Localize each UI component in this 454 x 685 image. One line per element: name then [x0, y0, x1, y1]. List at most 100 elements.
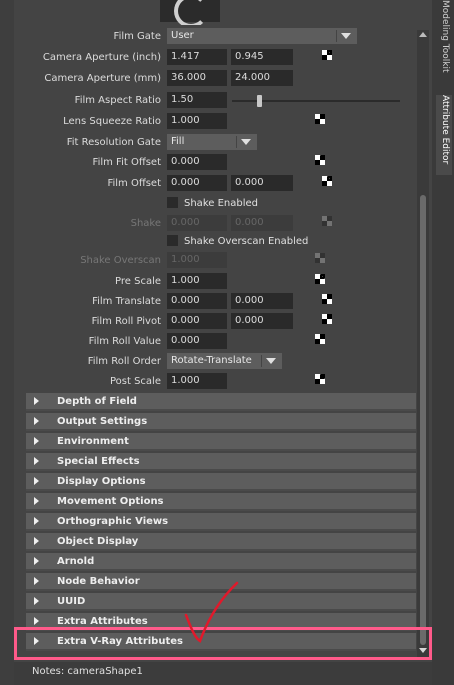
film-fit-offset-row: Film Fit Offset 0.000	[14, 154, 416, 172]
camera-attributes-panel: Film Gate User Camera Aperture (inch) 1.…	[14, 25, 416, 651]
film-offset-x-field[interactable]: 0.000	[167, 175, 227, 191]
camera-aperture-inch-row: Camera Aperture (inch) 1.417 0.945	[14, 49, 416, 67]
map-button-icon	[315, 253, 325, 263]
film-aspect-ratio-label: Film Aspect Ratio	[74, 95, 161, 106]
map-button-icon[interactable]	[315, 274, 325, 284]
section-label: Output Settings	[57, 416, 148, 427]
film-aspect-ratio-field[interactable]: 1.50	[167, 92, 227, 108]
film-gate-dropdown[interactable]: User	[167, 28, 357, 44]
camera-aperture-inch-y-field[interactable]: 0.945	[231, 49, 293, 65]
scroll-up-icon[interactable]	[419, 32, 427, 37]
shake-enabled-label: Shake Enabled	[184, 198, 258, 209]
section-display-options[interactable]: Display Options	[26, 473, 416, 491]
section-arnold[interactable]: Arnold	[26, 553, 416, 571]
post-scale-label: Post Scale	[109, 376, 161, 387]
fit-resolution-gate-value: Fill	[171, 136, 185, 147]
expand-arrow-icon	[34, 437, 39, 445]
film-translate-label: Film Translate	[92, 296, 161, 307]
tab-attribute-editor[interactable]: Attribute Editor	[436, 95, 452, 175]
camera-aperture-mm-y-field[interactable]: 24.000	[231, 70, 293, 86]
shake-overscan-enabled-checkbox[interactable]	[167, 235, 178, 246]
section-label: Arnold	[57, 556, 95, 567]
film-gate-row: Film Gate User	[14, 28, 416, 46]
map-button-icon[interactable]	[322, 50, 332, 60]
camera-aperture-inch-label: Camera Aperture (inch)	[42, 52, 161, 63]
expand-arrow-icon	[34, 597, 39, 605]
film-roll-order-dropdown[interactable]: Rotate-Translate	[167, 353, 282, 369]
film-roll-value-label: Film Roll Value	[88, 336, 161, 347]
film-roll-pivot-x-field[interactable]: 0.000	[167, 313, 227, 329]
lens-squeeze-ratio-label: Lens Squeeze Ratio	[63, 116, 161, 127]
pre-scale-field[interactable]: 1.000	[167, 273, 227, 289]
map-button-icon[interactable]	[315, 155, 325, 165]
film-roll-order-label: Film Roll Order	[87, 356, 161, 367]
film-roll-order-value: Rotate-Translate	[171, 355, 252, 366]
section-special-effects[interactable]: Special Effects	[26, 453, 416, 471]
film-roll-value-field[interactable]: 0.000	[167, 333, 227, 349]
shake-label: Shake	[130, 218, 161, 229]
shake-enabled-row: Shake Enabled	[14, 195, 416, 213]
dropdown-separator	[336, 30, 337, 42]
lens-squeeze-ratio-field[interactable]: 1.000	[167, 113, 227, 129]
expand-arrow-icon	[34, 537, 39, 545]
section-orthographic-views[interactable]: Orthographic Views	[26, 513, 416, 531]
section-output-settings[interactable]: Output Settings	[26, 413, 416, 431]
film-roll-pivot-row: Film Roll Pivot 0.000 0.000	[14, 313, 416, 331]
tab-modeling-toolkit[interactable]: Modeling Toolkit	[436, 0, 452, 76]
section-label: Orthographic Views	[57, 516, 169, 527]
check-mark-stroke	[184, 581, 239, 643]
scrollbar-thumb[interactable]	[420, 195, 426, 645]
film-fit-offset-field[interactable]: 0.000	[167, 154, 227, 170]
fit-resolution-gate-label: Fit Resolution Gate	[66, 137, 161, 148]
expand-arrow-icon	[34, 457, 39, 465]
post-scale-field[interactable]: 1.000	[167, 373, 227, 389]
expand-arrow-icon	[34, 617, 39, 625]
map-button-icon[interactable]	[322, 176, 332, 186]
camera-aperture-mm-x-field[interactable]: 36.000	[167, 70, 227, 86]
attribute-editor-window: Film Gate User Camera Aperture (inch) 1.…	[0, 0, 454, 685]
section-depth-of-field[interactable]: Depth of Field	[26, 393, 416, 411]
lens-squeeze-ratio-row: Lens Squeeze Ratio 1.000	[14, 113, 416, 131]
shake-overscan-enabled-label: Shake Overscan Enabled	[184, 236, 309, 247]
section-environment[interactable]: Environment	[26, 433, 416, 451]
side-tab-bar: Modeling Toolkit Attribute Editor	[432, 0, 454, 685]
section-movement-options[interactable]: Movement Options	[26, 493, 416, 511]
map-button-icon[interactable]	[315, 374, 325, 384]
map-button-icon[interactable]	[322, 294, 332, 304]
section-label: Depth of Field	[57, 396, 137, 407]
vertical-scrollbar[interactable]	[417, 30, 429, 657]
film-roll-order-row: Film Roll Order Rotate-Translate	[14, 353, 416, 371]
camera-aperture-mm-row: Camera Aperture (mm) 36.000 24.000	[14, 70, 416, 88]
film-fit-offset-label: Film Fit Offset	[92, 157, 161, 168]
film-roll-pivot-label: Film Roll Pivot	[91, 316, 161, 327]
film-roll-pivot-y-field[interactable]: 0.000	[231, 313, 293, 329]
film-translate-x-field[interactable]: 0.000	[167, 293, 227, 309]
shake-overscan-label: Shake Overscan	[80, 255, 161, 266]
shake-overscan-row: Shake Overscan 1.000	[14, 252, 416, 270]
map-button-icon[interactable]	[315, 114, 325, 124]
film-translate-y-field[interactable]: 0.000	[231, 293, 293, 309]
map-button-icon[interactable]	[315, 334, 325, 344]
section-label: Environment	[57, 436, 129, 447]
viewport-edge	[0, 0, 14, 685]
map-button-icon[interactable]	[322, 314, 332, 324]
expand-arrow-icon	[34, 557, 39, 565]
shake-enabled-checkbox[interactable]	[167, 197, 178, 208]
section-object-display[interactable]: Object Display	[26, 533, 416, 551]
film-gate-label: Film Gate	[113, 31, 161, 42]
film-offset-y-field[interactable]: 0.000	[231, 175, 293, 191]
camera-icon	[174, 0, 208, 28]
map-button-icon	[322, 216, 332, 226]
fit-resolution-gate-dropdown[interactable]: Fill	[167, 134, 257, 150]
slider-handle[interactable]	[257, 95, 262, 107]
chevron-down-icon	[266, 358, 276, 364]
pre-scale-label: Pre Scale	[115, 276, 161, 287]
post-scale-row: Post Scale 1.000	[14, 373, 416, 391]
expand-arrow-icon	[34, 477, 39, 485]
expand-arrow-icon	[34, 417, 39, 425]
section-label: Display Options	[57, 476, 146, 487]
chevron-down-icon	[241, 139, 251, 145]
expand-arrow-icon	[34, 517, 39, 525]
expand-arrow-icon	[34, 577, 39, 585]
camera-aperture-inch-x-field[interactable]: 1.417	[167, 49, 227, 65]
